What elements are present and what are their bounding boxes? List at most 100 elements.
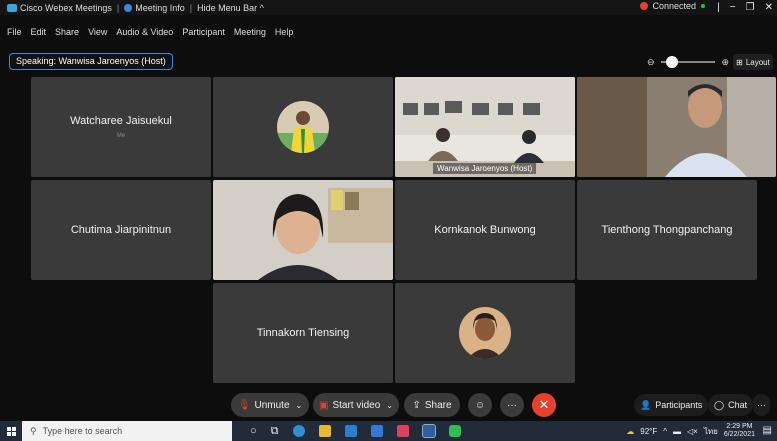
clock[interactable]: 2:29 PM 6/22/2021 <box>724 423 755 439</box>
meeting-controls: 🎙 Unmute ⌄ ▣ Start video ⌄ ⇪ Share ☺ ···… <box>0 390 777 420</box>
search-placeholder: Type here to search <box>42 426 123 436</box>
end-meeting-button[interactable]: ✕ <box>532 393 556 417</box>
chat-button[interactable]: ◯ Chat <box>708 394 754 416</box>
smiley-icon: ☺ <box>474 399 486 411</box>
participant-avatar <box>277 101 329 153</box>
line-icon[interactable] <box>448 425 461 437</box>
unmute-button[interactable]: 🎙 Unmute ⌄ <box>231 393 309 417</box>
search-icon: ⚲ <box>30 425 37 436</box>
menu-help[interactable]: Help <box>269 27 297 41</box>
hide-menu-bar-label: Hide Menu Bar ^ <box>197 2 264 13</box>
app-name: Cisco Webex Meetings <box>20 2 112 13</box>
reactions-button[interactable]: ☺ <box>468 393 492 417</box>
network-icon[interactable]: ▬ <box>673 427 681 436</box>
edge-icon[interactable] <box>292 425 305 437</box>
participant-tile-tinnakorn[interactable]: Tinnakorn Tiensing <box>213 283 393 383</box>
menu-edit[interactable]: Edit <box>25 27 50 41</box>
clock-time: 2:29 PM <box>726 423 753 430</box>
minimize-button[interactable]: − <box>730 2 736 13</box>
self-indicator: Me <box>116 133 126 139</box>
info-icon <box>124 3 133 12</box>
chevron-up-icon[interactable]: ^ <box>663 427 667 436</box>
unmute-label: Unmute <box>254 399 290 411</box>
taskbar-search[interactable]: ⚲ Type here to search <box>22 421 232 441</box>
active-speaker-label: Speaking: Wanwisa Jaroenyos (Host) <box>9 53 173 70</box>
separator-bar: | <box>717 2 720 13</box>
file-explorer-icon[interactable] <box>318 425 331 437</box>
windows-logo-icon <box>6 426 16 436</box>
menu-audio-video[interactable]: Audio & Video <box>110 27 176 41</box>
participant-name: Tienthong Thongpanchang <box>601 224 733 236</box>
share-label: Share <box>424 399 452 411</box>
temperature[interactable]: 92°F <box>640 427 657 436</box>
start-video-button[interactable]: ▣ Start video ⌄ <box>313 393 399 417</box>
participant-tile-watcharee[interactable]: Watcharee Jaisuekul Me <box>31 77 211 177</box>
menu-view[interactable]: View <box>82 27 110 41</box>
participant-tile-video-man[interactable] <box>577 77 776 177</box>
menu-share[interactable]: Share <box>49 27 82 41</box>
hide-menu-bar-button[interactable]: Hide Menu Bar ^ <box>194 3 267 13</box>
share-icon: ⇪ <box>412 399 421 411</box>
mail-icon[interactable] <box>344 425 357 437</box>
participant-tile-avatar-2[interactable] <box>395 283 575 383</box>
participant-tile-wanwisa[interactable]: Wanwisa Jaroenyos (Host) <box>395 77 575 177</box>
zoom-out-icon[interactable]: ⊖ <box>647 57 655 68</box>
participant-name: Wanwisa Jaroenyos (Host) <box>433 163 537 174</box>
connection-label: Connected <box>652 1 696 11</box>
menu-file[interactable]: File <box>0 27 25 41</box>
muted-mic-icon: 🎙 <box>237 399 251 411</box>
system-tray: ☁ 92°F ^ ▬ ◁× ไทย 2:29 PM 6/22/2021 <box>626 421 755 441</box>
weather-icon[interactable]: ☁ <box>626 427 634 436</box>
meeting-info-button[interactable]: Meeting Info <box>121 3 188 13</box>
layout-button[interactable]: ⊞ Layout <box>733 54 773 70</box>
task-view-icon[interactable]: ⧉ <box>271 425 279 438</box>
share-button[interactable]: ⇪ Share <box>404 393 460 417</box>
start-video-label: Start video <box>332 399 381 411</box>
app-title: Cisco Webex Meetings <box>0 3 115 13</box>
more-icon: ··· <box>507 399 517 411</box>
participant-name: Chutima Jiarpinitnun <box>70 224 172 236</box>
chevron-down-icon[interactable]: ⌄ <box>296 401 303 410</box>
participant-name: Kornkanok Bunwong <box>434 224 536 236</box>
zoom-track[interactable] <box>660 56 716 68</box>
language-indicator[interactable]: ไทย <box>704 425 718 438</box>
participant-name: Tinnakorn Tiensing <box>256 327 350 339</box>
participant-tile-kornkanok[interactable]: Kornkanok Bunwong <box>395 180 575 280</box>
participants-button[interactable]: 👤 Participants <box>634 394 709 416</box>
chat-icon: ◯ <box>714 399 725 410</box>
cortana-icon[interactable]: ○ <box>250 425 257 437</box>
start-button[interactable] <box>0 421 22 441</box>
menu-bar: File Edit Share View Audio & Video Parti… <box>0 27 296 41</box>
volume-icon[interactable]: ◁× <box>687 427 698 436</box>
menu-participant[interactable]: Participant <box>176 27 228 41</box>
connection-status[interactable]: Connected <box>640 1 705 11</box>
overflow-button[interactable]: ··· <box>753 394 770 416</box>
app-l-icon[interactable] <box>370 425 383 437</box>
participant-tile-chutima[interactable]: Chutima Jiarpinitnun <box>31 180 211 280</box>
webex-logo-icon <box>7 3 17 12</box>
restore-button[interactable]: ❐ <box>746 2 755 13</box>
participant-video <box>577 77 776 177</box>
chat-label: Chat <box>728 400 748 410</box>
participant-tile-avatar-1[interactable] <box>213 77 393 177</box>
grid-icon: ⊞ <box>736 57 743 67</box>
window-controls: | − ❐ ✕ <box>717 0 773 15</box>
participant-tile-tienthong[interactable]: Tienthong Thongpanchang <box>577 180 757 280</box>
zoom-slider[interactable]: ⊖ ⊕ <box>647 54 729 70</box>
menu-meeting[interactable]: Meeting <box>228 27 269 41</box>
zoom-in-icon[interactable]: ⊕ <box>721 57 729 68</box>
participant-tile-video-woman[interactable] <box>213 180 393 280</box>
pocket-icon[interactable] <box>396 425 409 437</box>
taskbar-apps: ○ ⧉ <box>250 421 461 441</box>
video-off-icon: ▣ <box>319 399 329 411</box>
chevron-down-icon[interactable]: ⌄ <box>386 401 393 410</box>
participants-icon: 👤 <box>640 399 652 410</box>
notifications-icon[interactable]: ▤ <box>763 425 772 436</box>
participant-video <box>395 77 575 177</box>
windows-taskbar: ⚲ Type here to search ○ ⧉ ☁ 92°F ^ ▬ ◁× … <box>0 421 777 441</box>
zoom-knob[interactable] <box>665 56 678 68</box>
webex-taskbar-icon[interactable] <box>421 424 436 438</box>
more-icon: ··· <box>757 400 766 410</box>
close-button[interactable]: ✕ <box>765 2 773 13</box>
more-options-button[interactable]: ··· <box>500 393 524 417</box>
